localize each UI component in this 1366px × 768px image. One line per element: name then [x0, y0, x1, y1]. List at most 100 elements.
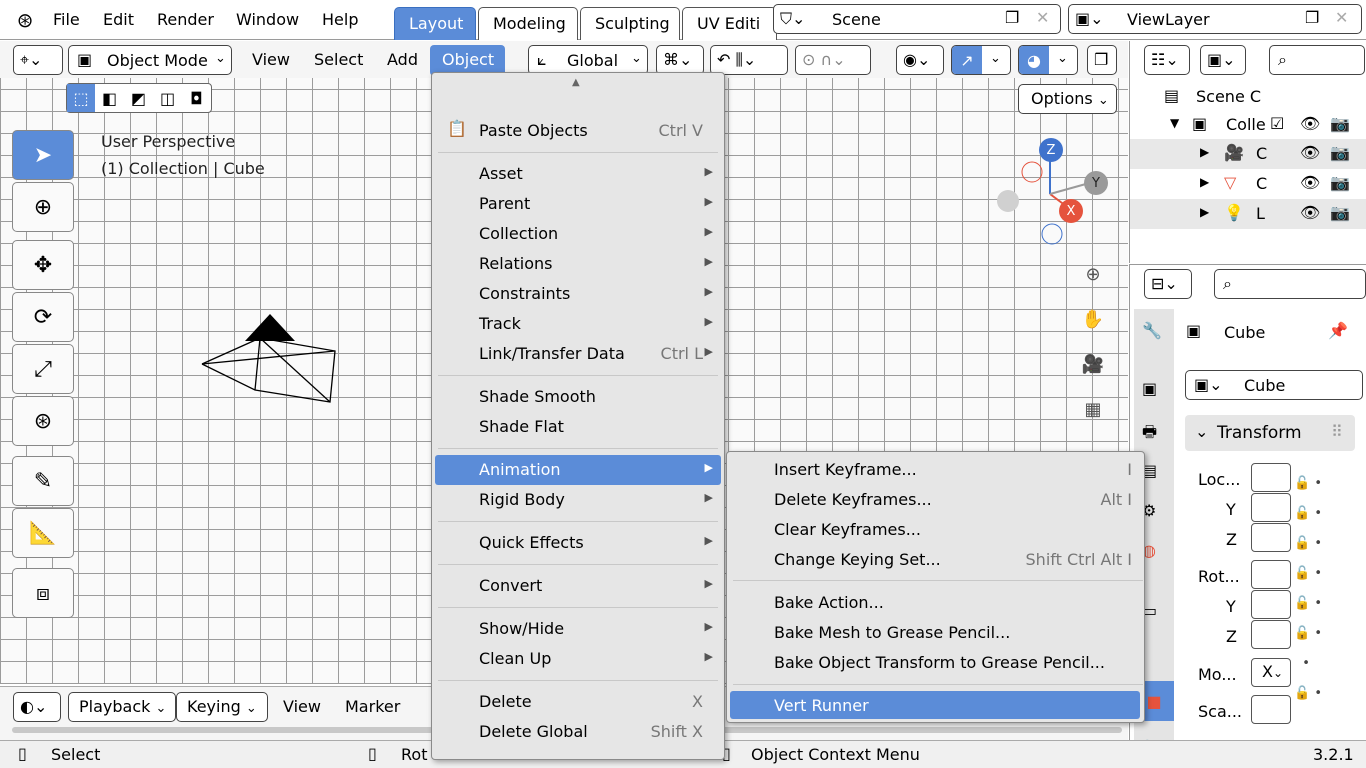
menu-item-paste-objects[interactable]: 📋 Paste Objects Ctrl V [435, 116, 721, 146]
timeline-marker-menu[interactable]: Marker [345, 697, 400, 716]
copy-scene-icon[interactable]: ❐ [1005, 8, 1019, 27]
pivot-point-selector[interactable]: ⌘⌄ [656, 45, 704, 75]
menu-item-shade-smooth[interactable]: Shade Smooth [435, 382, 721, 412]
eye-icon[interactable]: 👁 [1300, 114, 1320, 133]
view-layer-selector[interactable]: ▣⌄ ViewLayer ❐ ✕ [1068, 4, 1362, 34]
gizmo-toggle[interactable]: ↗ ⌄ [951, 45, 1011, 75]
eye-icon[interactable]: 👁 [1300, 143, 1320, 162]
location-z-field[interactable] [1251, 523, 1291, 552]
delete-view-layer-icon[interactable]: ✕ [1335, 8, 1348, 27]
submenu-item-bake-action[interactable]: Bake Action... [730, 588, 1140, 616]
properties-editor-type[interactable]: ⊟⌄ [1144, 269, 1192, 299]
menu-item-track[interactable]: Track ▶ [435, 309, 721, 339]
select-extend-icon[interactable]: ◧ [95, 84, 124, 112]
keying-dropdown[interactable]: Keying ⌄ [176, 692, 268, 722]
select-box-tool[interactable]: ➤ [12, 130, 74, 180]
pan-hand-icon[interactable]: ✋ [1080, 306, 1106, 332]
camera-object[interactable] [195, 306, 345, 406]
outliner-object-row[interactable]: ▶ ▽ C 👁 📷 [1130, 169, 1366, 199]
submenu-item-bake-object-transform[interactable]: Bake Object Transform to Grease Pencil..… [730, 648, 1140, 676]
expand-right-icon[interactable]: ▶ [1200, 205, 1209, 219]
menu-item-clean-up[interactable]: Clean Up ▶ [435, 644, 721, 674]
menu-item-rigid-body[interactable]: Rigid Body ▶ [435, 485, 721, 515]
menu-item-animation[interactable]: Animation ▶ [435, 455, 721, 485]
add-cube-tool[interactable]: ⧈ [12, 568, 74, 618]
menu-item-relations[interactable]: Relations ▶ [435, 249, 721, 279]
outliner-search-input[interactable]: ⌕ [1269, 45, 1365, 75]
tab-layout[interactable]: Layout [394, 7, 476, 40]
zoom-icon[interactable]: ⊕ [1080, 261, 1106, 287]
camera-render-icon[interactable]: 📷 [1330, 114, 1350, 133]
submenu-item-delete-keyframes[interactable]: Delete Keyframes... Alt I [730, 485, 1140, 513]
menu-item-shade-flat[interactable]: Shade Flat [435, 412, 721, 442]
tab-modeling[interactable]: Modeling [478, 7, 578, 40]
proportional-editing[interactable]: ⊙ ∩⌄ [795, 45, 871, 75]
outliner-display-mode[interactable]: ☷⌄ [1144, 45, 1190, 75]
blender-logo-icon[interactable]: ⊛ [12, 8, 38, 32]
tab-sculpting[interactable]: Sculpting [580, 7, 680, 40]
transform-panel-header[interactable]: ⌄ Transform ⠿ [1185, 415, 1355, 451]
outliner-scene-row[interactable]: ▤ Scene C [1130, 83, 1366, 111]
transform-tool[interactable]: ⊛ [12, 396, 74, 446]
expand-right-icon[interactable]: ▶ [1200, 175, 1209, 189]
header-view-menu[interactable]: View [252, 50, 290, 69]
editor-type-button[interactable]: ⌖⌄ [13, 45, 63, 75]
overlay-toggle[interactable]: ◕ ⌄ [1018, 45, 1078, 75]
select-intersect-icon[interactable]: ◘ [182, 84, 211, 112]
location-y-field[interactable] [1251, 493, 1291, 522]
outliner-object-row[interactable]: ▶ 🎥 C 👁 📷 [1130, 139, 1366, 169]
menu-item-quick-effects[interactable]: Quick Effects ▶ [435, 528, 721, 558]
menu-help[interactable]: Help [322, 10, 358, 29]
lock-icons[interactable]: 🔓 • 🔓 • 🔓 • 🔓 • 🔓 • 🔓 • • 🔓 • [1294, 469, 1354, 719]
header-select-menu[interactable]: Select [314, 50, 363, 69]
rotation-y-field[interactable] [1251, 590, 1291, 619]
header-add-menu[interactable]: Add [387, 50, 418, 69]
menu-item-convert[interactable]: Convert ▶ [435, 571, 721, 601]
menu-item-link-transfer-data[interactable]: Link/Transfer Data Ctrl L ▶ [435, 339, 721, 369]
select-mode-buttons[interactable]: ⬚ ◧ ◩ ◫ ◘ [66, 83, 212, 113]
scroll-up-icon[interactable]: ▲ [572, 77, 580, 88]
outliner-filter[interactable]: ▣⌄ [1200, 45, 1246, 75]
location-x-field[interactable] [1251, 463, 1291, 492]
menu-file[interactable]: File [53, 10, 80, 29]
grid-view-icon[interactable]: ▦ [1080, 396, 1106, 422]
rotation-x-field[interactable] [1251, 560, 1291, 589]
annotate-tool[interactable]: ✎ [12, 456, 74, 506]
camera-render-icon[interactable]: 📷 [1330, 143, 1350, 162]
gizmo-z-axis[interactable]: Z [1039, 138, 1063, 162]
scale-tool[interactable]: ⤢ [12, 344, 74, 394]
xray-toggle[interactable]: ❐ [1087, 45, 1117, 75]
visibility-selector[interactable]: ◉⌄ [896, 45, 944, 75]
scene-name[interactable]: Scene [832, 10, 881, 29]
menu-edit[interactable]: Edit [103, 10, 134, 29]
menu-item-show-hide[interactable]: Show/Hide ▶ [435, 614, 721, 644]
camera-render-icon[interactable]: 📷 [1330, 173, 1350, 192]
checkbox-icon[interactable]: ☑ [1270, 114, 1284, 133]
cursor-tool[interactable]: ⊕ [12, 182, 74, 232]
outliner-collection-row[interactable]: ▼ ▣ Colle ☑ 👁 📷 [1130, 111, 1366, 139]
timeline-editor-type[interactable]: ◐⌄ [13, 692, 61, 722]
gizmo-y-axis[interactable]: Y [1084, 171, 1108, 195]
submenu-item-vert-runner[interactable]: Vert Runner [730, 691, 1140, 719]
select-subtract-icon[interactable]: ◩ [124, 84, 153, 112]
tab-uv-editing[interactable]: UV Editi [682, 7, 777, 40]
submenu-item-change-keying-set[interactable]: Change Keying Set... Shift Ctrl Alt I [730, 545, 1140, 573]
eye-icon[interactable]: 👁 [1300, 203, 1320, 222]
rotation-z-field[interactable] [1251, 620, 1291, 649]
menu-item-constraints[interactable]: Constraints ▶ [435, 279, 721, 309]
select-new-icon[interactable]: ⬚ [67, 84, 95, 112]
drag-handle-icon[interactable]: ⠿ [1331, 422, 1343, 441]
object-data-field[interactable]: ▣⌄ Cube [1185, 370, 1363, 400]
output-icon[interactable]: 🖶 [1142, 421, 1157, 448]
submenu-item-insert-keyframe[interactable]: Insert Keyframe... I [730, 455, 1140, 483]
measure-tool[interactable]: 📐 [12, 508, 74, 558]
camera-render-icon[interactable]: 📷 [1330, 203, 1350, 222]
properties-search-input[interactable]: ⌕ [1214, 269, 1366, 299]
camera-view-icon[interactable]: 🎥 [1080, 351, 1106, 377]
options-dropdown[interactable]: Options ⌄ [1018, 84, 1117, 114]
menu-item-delete-global[interactable]: Delete Global Shift X [435, 717, 721, 747]
menu-item-delete[interactable]: Delete X [435, 687, 721, 717]
timeline-view-menu[interactable]: View [283, 697, 321, 716]
scene-selector[interactable]: ⛉⌄ Scene ❐ ✕ [773, 4, 1061, 34]
rotation-mode-dropdown[interactable]: X⌄ [1251, 658, 1291, 687]
